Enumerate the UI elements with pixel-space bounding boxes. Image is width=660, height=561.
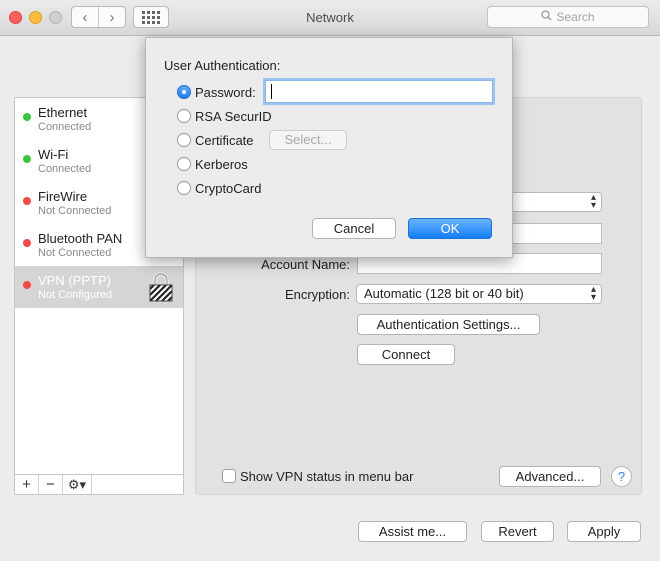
ok-button[interactable]: OK [408, 218, 492, 239]
title-bar: ‹ › Network Search [0, 0, 660, 36]
certificate-label: Certificate [195, 133, 254, 148]
service-status: Not Configured [38, 289, 112, 301]
updown-arrow-icon: ▴ ▾ [590, 192, 596, 211]
status-dot [23, 281, 31, 289]
updown-arrow-icon: ▴ ▾ [590, 284, 596, 303]
encryption-label: Encryption: [284, 287, 350, 302]
sheet-heading: User Authentication: [164, 58, 281, 73]
service-name: FireWire [38, 189, 88, 204]
encryption-popup[interactable]: Automatic (128 bit or 40 bit) ▴ ▾ [356, 284, 602, 304]
text-cursor [271, 84, 272, 99]
authentication-settings-button[interactable]: Authentication Settings... [357, 314, 540, 335]
service-name: Ethernet [38, 105, 88, 120]
gear-menu-button[interactable]: ⚙▾ [63, 475, 92, 494]
certificate-radio[interactable] [177, 133, 191, 147]
show-vpn-status-label: Show VPN status in menu bar [240, 469, 414, 484]
select-certificate-button[interactable]: Select... [269, 130, 347, 150]
status-dot [23, 155, 31, 163]
service-name: VPN (PPTP) [38, 273, 111, 288]
service-list-toolbar: + − ⚙▾ [15, 474, 183, 494]
show-vpn-status-checkbox[interactable] [222, 469, 236, 483]
add-service-button[interactable]: + [15, 475, 39, 494]
search-placeholder: Search [556, 10, 595, 24]
revert-button[interactable]: Revert [481, 521, 554, 542]
remove-service-button[interactable]: − [39, 475, 63, 494]
password-field[interactable] [265, 80, 493, 103]
cancel-button[interactable]: Cancel [312, 218, 396, 239]
password-radio[interactable] [177, 85, 191, 99]
status-dot [23, 113, 31, 121]
password-radio-label: Password: [195, 85, 256, 100]
service-status: Not Connected [38, 205, 112, 217]
kerberos-label: Kerberos [195, 157, 248, 172]
service-item-vpn-pptp[interactable]: VPN (PPTP) Not Configured [15, 266, 183, 308]
service-status: Connected [38, 163, 92, 175]
encryption-value: Automatic (128 bit or 40 bit) [364, 286, 524, 301]
cryptocard-radio[interactable] [177, 181, 191, 195]
rsa-securid-radio[interactable] [177, 109, 191, 123]
connect-button[interactable]: Connect [357, 344, 455, 365]
search-input[interactable]: Search [487, 6, 649, 28]
vpn-lock-icon [149, 272, 173, 302]
service-name: Wi-Fi [38, 147, 69, 162]
status-dot [23, 197, 31, 205]
status-dot [23, 239, 31, 247]
cryptocard-label: CryptoCard [195, 181, 262, 196]
account-name-label: Account Name: [261, 257, 350, 272]
service-status: Connected [38, 121, 92, 133]
apply-button[interactable]: Apply [567, 521, 641, 542]
rsa-securid-label: RSA SecurID [195, 109, 272, 124]
service-name: Bluetooth PAN [38, 231, 123, 246]
kerberos-radio[interactable] [177, 157, 191, 171]
help-button[interactable]: ? [611, 466, 632, 487]
advanced-button[interactable]: Advanced... [499, 466, 601, 487]
service-status: Not Connected [38, 247, 112, 259]
assist-me-button[interactable]: Assist me... [358, 521, 467, 542]
search-icon [541, 10, 552, 24]
